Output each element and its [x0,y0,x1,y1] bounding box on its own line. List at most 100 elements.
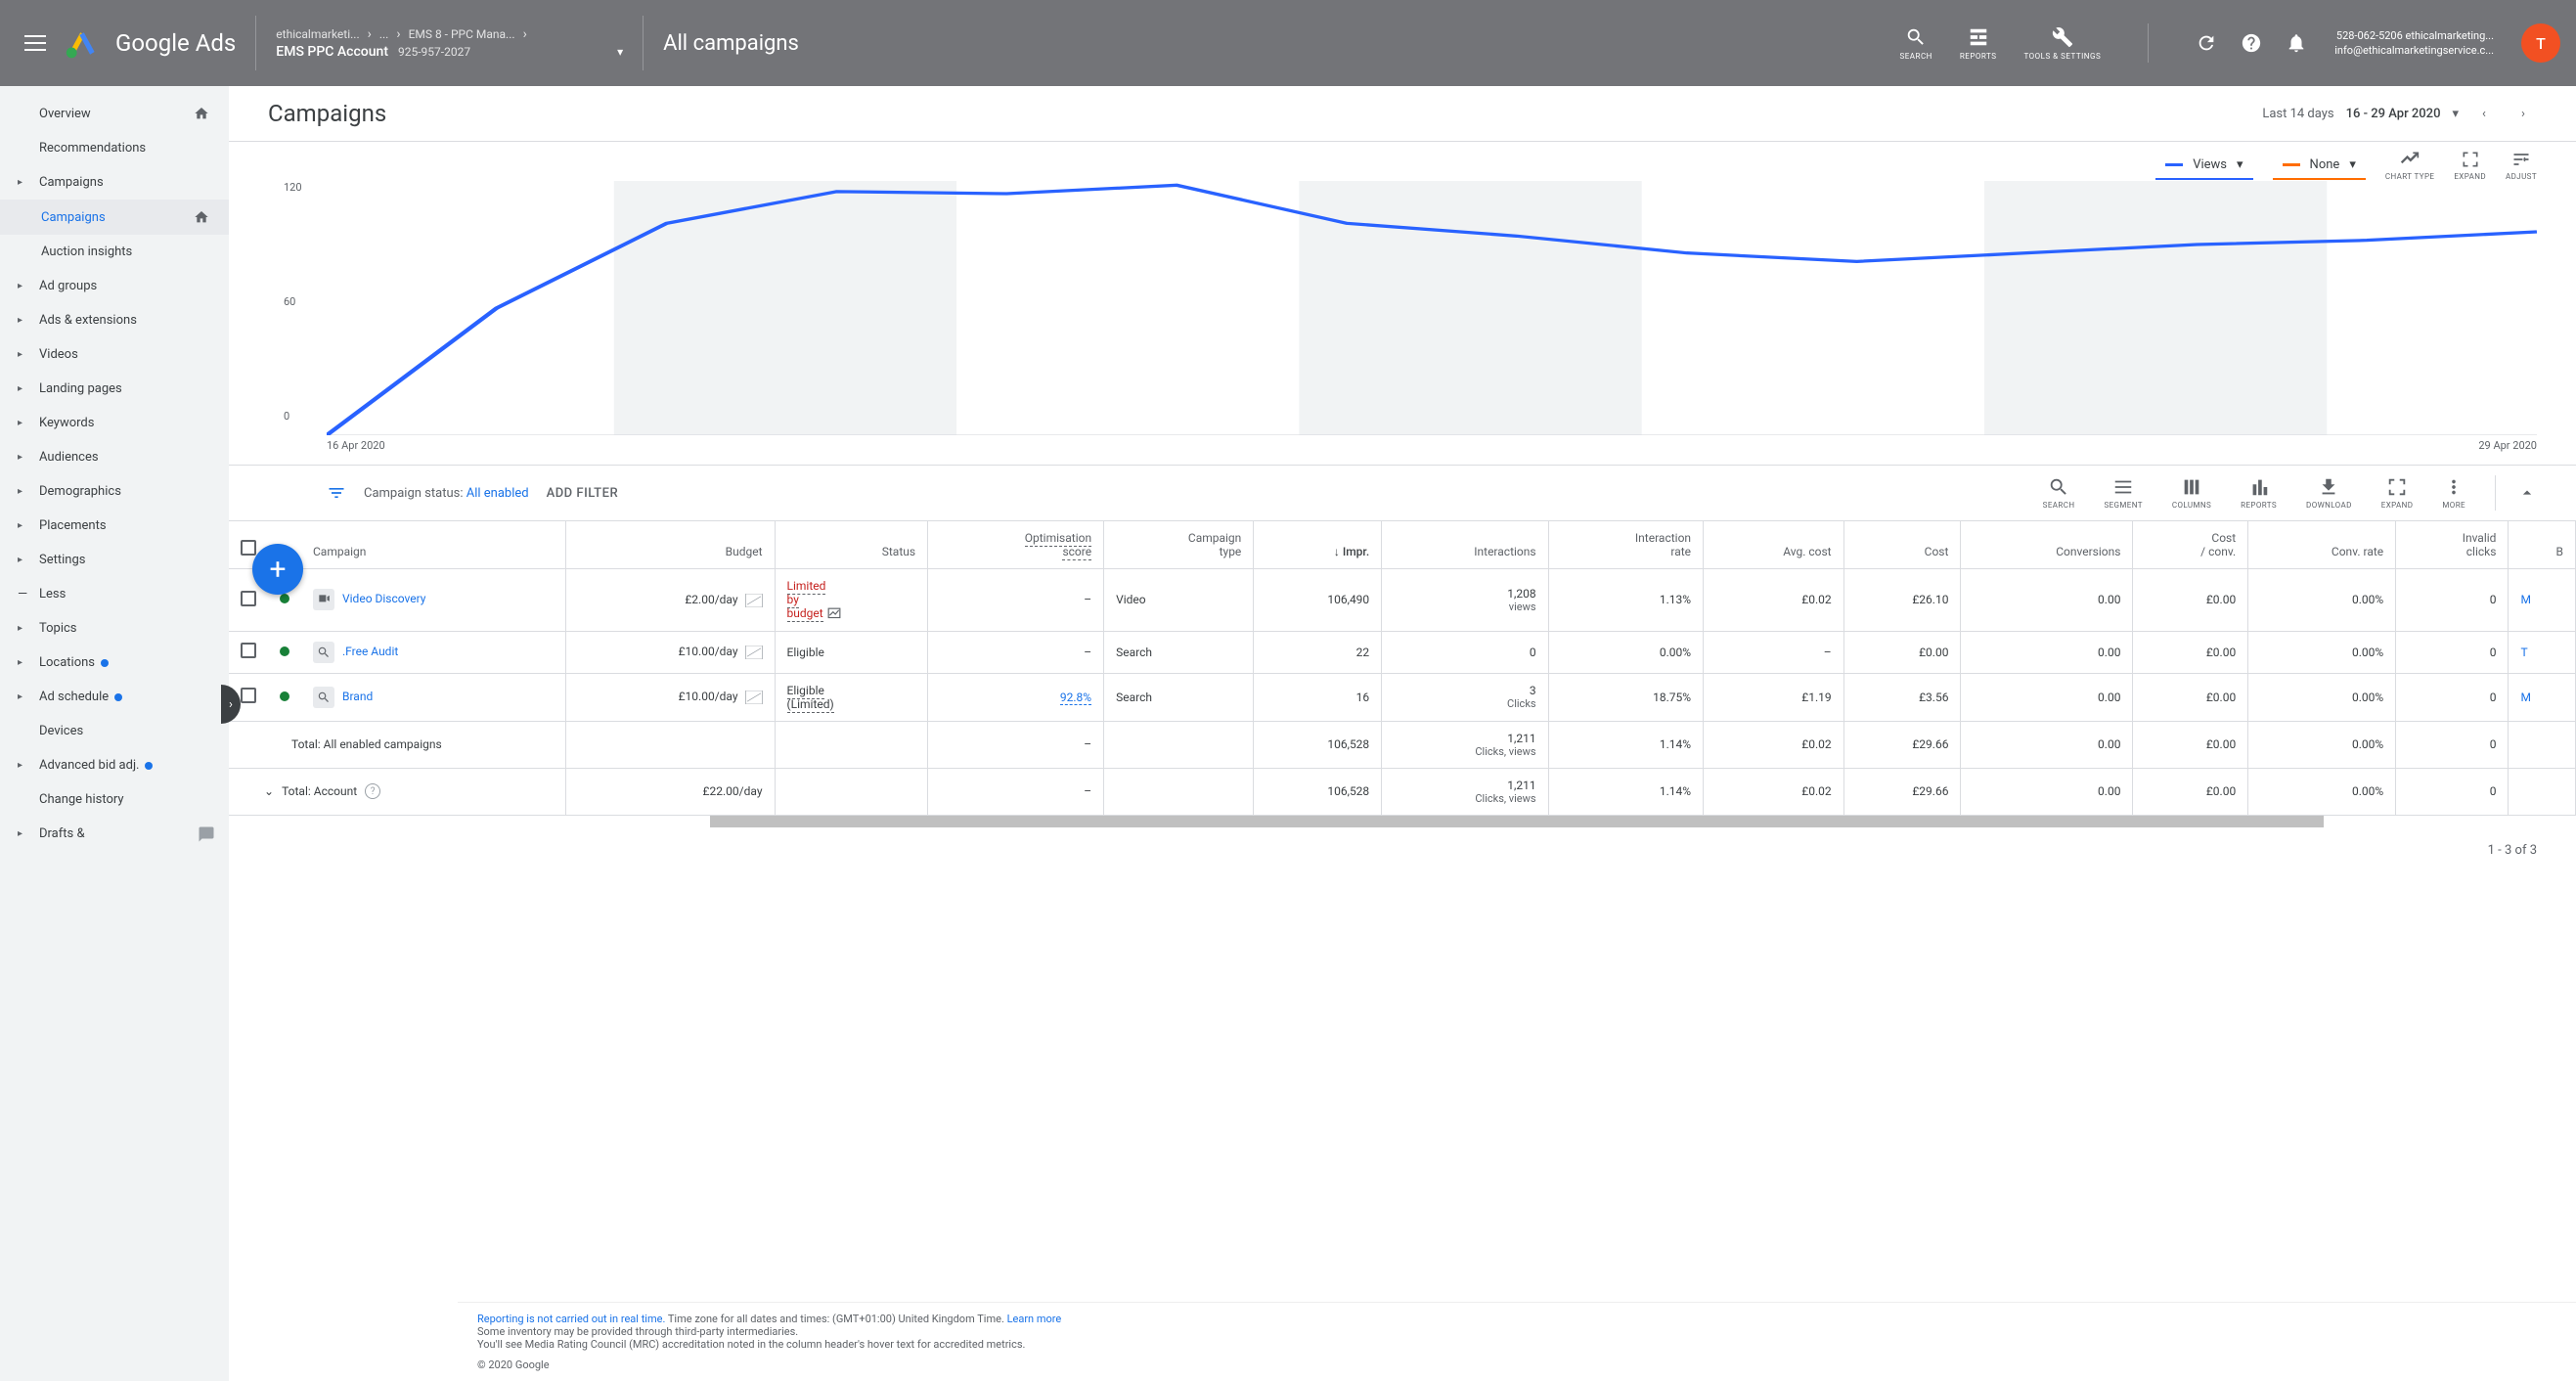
header-tools-button[interactable]: TOOLS & SETTINGS [2023,26,2101,61]
opt-score-link[interactable]: 92.8% [1060,690,1091,705]
column-header[interactable]: Campaign [301,521,565,569]
column-header[interactable]: Invalidclicks [2396,521,2509,569]
table-columns-button[interactable]: COLUMNS [2172,476,2211,510]
row-checkbox[interactable] [241,643,256,658]
row-checkbox[interactable] [241,591,256,606]
sidebar-item-placements[interactable]: ▸Placements [0,509,229,543]
add-filter-button[interactable]: ADD FILTER [547,486,619,501]
sidebar-item-audiences[interactable]: ▸Audiences [0,440,229,474]
column-header[interactable]: Interactionrate [1548,521,1703,569]
conv-cell: 0.00 [1961,768,2133,815]
sidebar-item-settings[interactable]: ▸Settings [0,543,229,577]
sidebar-item-overview[interactable]: Overview [0,96,229,131]
help-icon[interactable]: ? [365,783,380,799]
table-more-button[interactable]: MORE [2442,476,2465,510]
chevron-right-icon: › [368,26,372,42]
horizontal-scrollbar[interactable] [710,816,2324,827]
chat-icon [198,825,215,843]
main-menu-button[interactable] [16,23,55,63]
sidebar-item-topics[interactable]: ▸Topics [0,611,229,646]
column-header[interactable]: Conversions [1961,521,2133,569]
budget-chart-icon[interactable] [745,594,763,607]
refresh-icon[interactable] [2196,32,2217,54]
collapse-chart-button[interactable] [2517,483,2537,503]
sidebar-item-change-history[interactable]: Change history [0,782,229,817]
sidebar-item-keywords[interactable]: ▸Keywords [0,406,229,440]
column-header[interactable]: Conv. rate [2248,521,2396,569]
chevron-right-icon: ▸ [18,349,22,360]
chevron-down-icon[interactable]: ⌄ [264,784,274,798]
filter-bar: Campaign status: All enabled ADD FILTER … [229,465,2576,520]
account-switcher[interactable]: ethicalmarketi... › ... › EMS 8 - PPC Ma… [276,26,623,60]
column-header[interactable]: Cost [1843,521,1961,569]
header-reports-button[interactable]: REPORTS [1960,26,1997,61]
date-next-button[interactable]: › [2509,100,2537,127]
column-header[interactable]: Cost/ conv. [2133,521,2248,569]
date-prev-button[interactable]: ‹ [2470,100,2498,127]
sidebar-item-advanced-bid-adj-[interactable]: ▸Advanced bid adj. [0,748,229,782]
breadcrumb-item: ethicalmarketi... [276,27,359,41]
sidebar-item-videos[interactable]: ▸Videos [0,337,229,372]
column-header[interactable]: Campaigntype [1104,521,1254,569]
sidebar-item-campaigns[interactable]: Campaigns [0,200,229,235]
sidebar-item-demographics[interactable]: ▸Demographics [0,474,229,509]
budget-chart-icon[interactable] [745,690,763,704]
sidebar-item-ad-groups[interactable]: ▸Ad groups [0,269,229,303]
footer-link[interactable]: Reporting is not carried out in real tim… [477,1313,665,1325]
tool-label: ADJUST [2506,172,2537,181]
bell-icon[interactable] [2286,32,2307,54]
tool-label: REPORTS [2241,501,2277,510]
column-header[interactable]: Budget [565,521,775,569]
row-checkbox[interactable] [241,688,256,703]
learn-more-link[interactable]: Learn more [1007,1313,1062,1325]
sidebar-item-ads-extensions[interactable]: ▸Ads & extensions [0,303,229,337]
filter-icon[interactable] [327,483,346,503]
status-cell: Eligible [775,631,928,673]
column-header[interactable]: Optimisationscore [928,521,1104,569]
user-line2: info@ethicalmarketingservice.c... [2334,43,2494,58]
sidebar-item-ad-schedule[interactable]: ▸Ad schedule [0,680,229,714]
app-header: Google Ads ethicalmarketi... › ... › EMS… [0,0,2576,86]
chart-type-button[interactable]: CHART TYPE [2385,150,2435,181]
sidebar-item-campaigns[interactable]: ▸Campaigns [0,165,229,200]
metric-selector-secondary[interactable]: None ▾ [2273,152,2366,180]
column-header[interactable]: Interactions [1382,521,1548,569]
filter-chip[interactable]: Campaign status: All enabled [364,486,529,501]
table-search-button[interactable]: SEARCH [2043,476,2075,510]
google-ads-logo-icon [65,25,100,61]
header-search-button[interactable]: SEARCH [1900,26,1932,61]
new-campaign-fab[interactable]: + [252,544,303,595]
sidebar-item-locations[interactable]: ▸Locations [0,646,229,680]
metric-selector-primary[interactable]: Views ▾ [2155,152,2252,180]
campaign-link[interactable]: Brand [342,690,373,703]
chart-expand-button[interactable]: EXPAND [2454,150,2486,181]
campaign-link[interactable]: Video Discovery [342,593,425,606]
table-reports-button[interactable]: REPORTS [2241,476,2277,510]
select-all-checkbox[interactable] [241,540,256,556]
help-icon[interactable] [2241,32,2262,54]
chart-adjust-button[interactable]: ADJUST [2506,150,2537,181]
columns-icon [2181,476,2202,498]
sidebar-label: Overview [39,107,91,121]
column-header[interactable]: Avg. cost [1704,521,1844,569]
sidebar-item-auction-insights[interactable]: Auction insights [0,235,229,269]
sidebar-item-drafts-[interactable]: ▸Drafts & [0,817,229,851]
sidebar-item-devices[interactable]: Devices [0,714,229,748]
table-segment-button[interactable]: SEGMENT [2104,476,2142,510]
campaigns-table-wrap[interactable]: CampaignBudgetStatusOptimisationscoreCam… [229,520,2576,816]
column-header[interactable]: Status [775,521,928,569]
date-range-picker[interactable]: Last 14 days 16 - 29 Apr 2020 ▾ ‹ › [2262,100,2537,127]
user-avatar[interactable]: T [2521,23,2560,63]
sidebar-label: Auction insights [41,245,132,259]
column-header[interactable]: ↓ Impr. [1254,521,1382,569]
sidebar-item-landing-pages[interactable]: ▸Landing pages [0,372,229,406]
sidebar-item-less[interactable]: —Less [0,577,229,611]
table-download-button[interactable]: DOWNLOAD [2306,476,2352,510]
column-header[interactable]: B [2509,521,2576,569]
chart-preview-icon[interactable] [826,607,842,621]
interactions-cell: 1,211Clicks, views [1382,768,1548,815]
table-expand-button[interactable]: EXPAND [2381,476,2414,510]
campaign-link[interactable]: .Free Audit [342,645,398,658]
sidebar-item-recommendations[interactable]: Recommendations [0,131,229,165]
budget-chart-icon[interactable] [745,646,763,659]
